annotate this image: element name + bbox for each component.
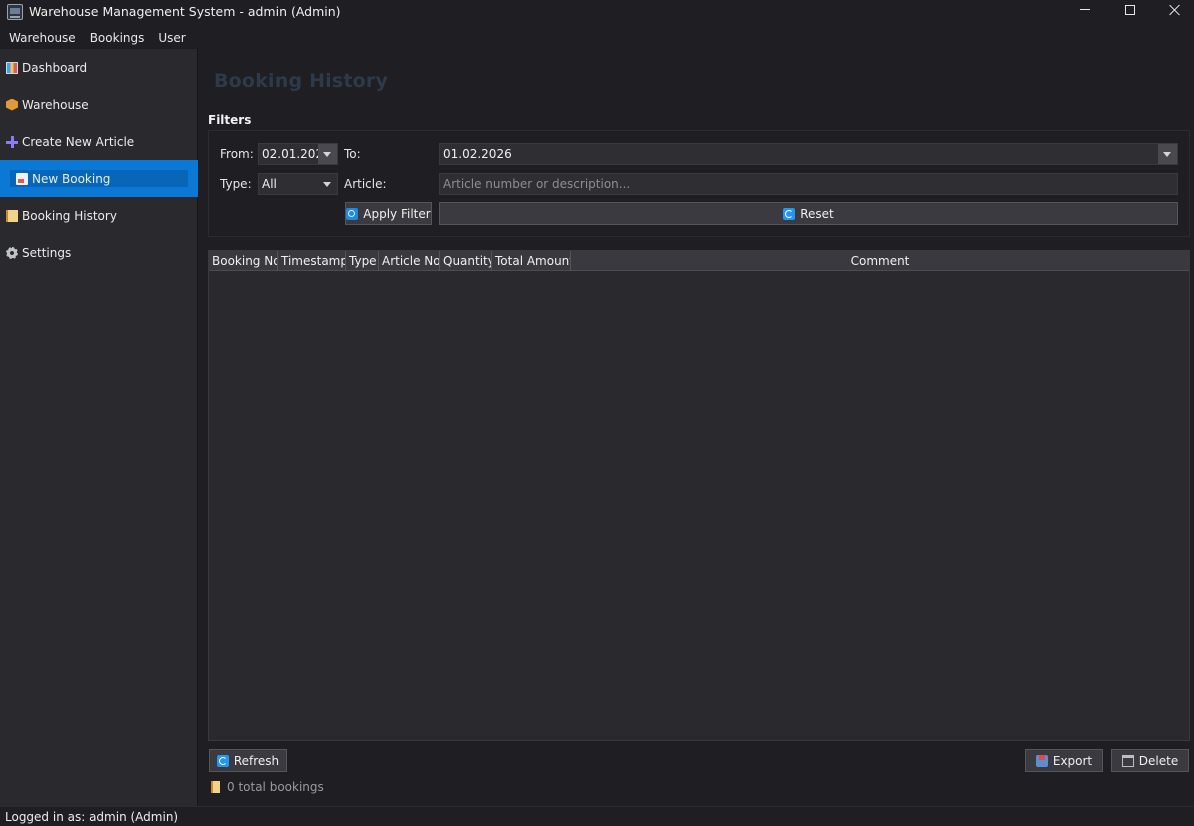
export-icon [1035,754,1048,767]
filters-heading: Filters [208,113,252,127]
booking-count: 0 total bookings [211,780,324,794]
status-bar: Logged in as: admin (Admin) [0,806,1194,826]
delete-label: Delete [1138,753,1179,768]
sidebar-item-dashboard[interactable]: Dashboard [0,49,198,86]
close-icon [1169,4,1181,16]
document-icon [16,172,28,185]
sidebar-item-booking-history[interactable]: Booking History [0,197,198,234]
apply-filter-button[interactable]: Apply Filter [345,202,432,225]
filter-panel: From: 02.01.2026 To: 01.02.2026 Type: Al… [208,130,1190,237]
column-timestamp[interactable]: Timestamp [278,251,346,271]
app-window: Warehouse Management System - admin (Adm… [0,0,1194,826]
sidebar-item-settings[interactable]: Settings [0,234,198,271]
menu-user[interactable]: User [149,28,185,48]
dashboard-icon [6,61,18,74]
sidebar-item-warehouse[interactable]: Warehouse [0,86,198,123]
menu-bookings[interactable]: Bookings [81,28,145,48]
gear-icon [6,246,18,259]
refresh-icon [216,754,229,767]
maximize-icon [1125,5,1135,15]
refresh-label: Refresh [233,753,280,768]
sidebar-item-label: Booking History [22,208,117,223]
apply-filter-label: Apply Filter [363,206,431,221]
export-button[interactable]: Export [1025,749,1103,772]
minimize-button[interactable] [1062,0,1108,24]
from-date-picker[interactable]: 02.01.2026 [258,143,338,165]
sidebar-item-label: Warehouse [22,97,89,112]
trash-icon [1121,754,1134,767]
sidebar-item-label: Settings [22,245,72,260]
article-label: Article: [344,177,387,191]
sidebar-item-create-new-article[interactable]: Create New Article [0,123,198,160]
type-select[interactable]: All [258,173,338,195]
search-icon [346,207,359,220]
refresh-icon [783,207,796,220]
sidebar-item-label: Dashboard [22,60,88,75]
column-type[interactable]: Type [346,251,379,271]
booking-count-text: 0 total bookings [227,780,324,794]
menu-warehouse[interactable]: Warehouse [0,28,76,48]
chevron-down-icon[interactable] [318,174,337,194]
plus-icon [6,135,18,148]
page-title: Booking History [214,70,389,92]
chevron-down-icon[interactable] [318,144,337,164]
column-article-no[interactable]: Article No [379,251,440,271]
notepad-icon [6,209,18,222]
table-header: Booking No Timestamp Type Article No Qua… [209,251,1189,271]
type-label: Type: [220,177,252,191]
chevron-down-icon[interactable] [1158,144,1177,164]
sidebar-item-label: New Booking [32,171,111,186]
column-booking-no[interactable]: Booking No [209,251,278,271]
sidebar-item-label: Create New Article [22,134,135,149]
article-placeholder: Article number or description... [443,177,631,191]
close-button[interactable] [1152,0,1194,24]
refresh-button[interactable]: Refresh [209,749,287,772]
delete-button[interactable]: Delete [1111,749,1189,772]
window-title: Warehouse Management System - admin (Adm… [29,4,341,19]
status-text: Logged in as: admin (Admin) [5,810,179,824]
column-quantity[interactable]: Quantity [440,251,492,271]
type-value: All [262,177,277,191]
to-label: To: [344,147,361,161]
to-date-picker[interactable]: 01.02.2026 [439,143,1178,165]
reset-button[interactable]: Reset [439,202,1178,225]
article-search-input[interactable]: Article number or description... [439,173,1178,195]
from-label: From: [220,147,254,161]
minimize-icon [1080,8,1090,10]
app-icon [7,4,23,20]
column-total-amount[interactable]: Total Amount [492,251,571,271]
reset-label: Reset [800,206,834,221]
export-label: Export [1052,753,1093,768]
sidebar-item-new-booking[interactable]: New Booking [0,160,198,197]
menu-bar: Warehouse Bookings User [0,28,191,48]
column-comment[interactable]: Comment [571,251,1189,271]
notepad-icon [211,781,220,793]
to-date-value: 01.02.2026 [443,147,512,161]
maximize-button[interactable] [1107,0,1153,24]
box-icon [6,98,18,111]
bookings-table[interactable]: Booking No Timestamp Type Article No Qua… [208,250,1190,741]
sidebar: Dashboard Warehouse Create New Article N… [0,49,198,806]
title-bar: Warehouse Management System - admin (Adm… [0,0,1194,24]
